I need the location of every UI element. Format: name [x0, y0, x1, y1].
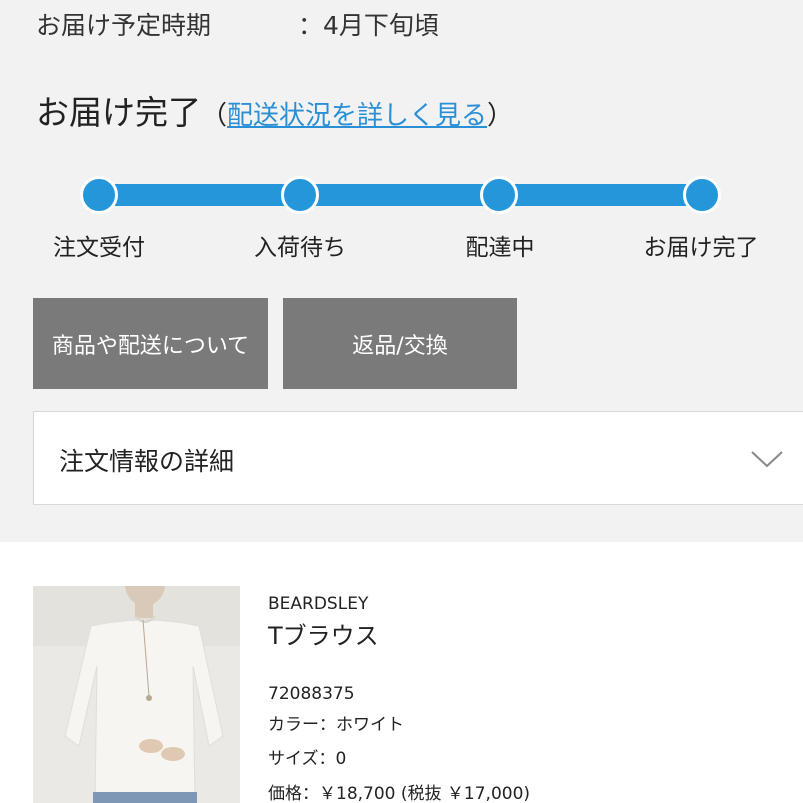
- delivery-period: お届け予定時期 ：4月下旬頃: [36, 6, 439, 42]
- progress-bar-segment: [100, 184, 300, 206]
- product-delivery-button[interactable]: 商品や配送について: [33, 298, 268, 389]
- order-details-title: 注文情報の詳細: [59, 447, 235, 476]
- delivery-period-label: お届け予定時期: [36, 11, 212, 40]
- progress-step-label: 配達中: [465, 235, 535, 261]
- delivery-progress: 注文受付 入荷待ち 配達中 お届け完了: [0, 170, 803, 270]
- order-details-accordion[interactable]: 注文情報の詳細: [33, 411, 803, 505]
- chevron-down-icon: [751, 451, 783, 468]
- product-size: サイズ：0: [268, 749, 347, 769]
- progress-dot: [281, 176, 319, 214]
- progress-step-label: 注文受付: [53, 235, 145, 261]
- product-info: BEARDSLEY Tブラウス 72088375 カラー：ホワイト サイズ：0 …: [268, 594, 530, 803]
- product-photo: [33, 586, 240, 803]
- product-panel: BEARDSLEY Tブラウス 72088375 カラー：ホワイト サイズ：0 …: [0, 542, 803, 803]
- product-price: 価格：￥18,700 (税抜 ￥17,000): [268, 784, 531, 803]
- return-exchange-button[interactable]: 返品/交換: [283, 298, 517, 389]
- status-title: お届け完了: [36, 93, 201, 132]
- product-image[interactable]: [33, 586, 240, 803]
- return-exchange-button-label: 返品/交換: [352, 333, 448, 359]
- progress-step-label: 入荷待ち: [254, 235, 346, 261]
- progress-bar-segment: [300, 184, 500, 206]
- progress-dot: [480, 176, 518, 214]
- progress-bar-segment: [500, 184, 702, 206]
- product-name[interactable]: Tブラウス: [268, 616, 379, 651]
- progress-dot: [683, 176, 721, 214]
- close-paren: ）: [487, 101, 514, 131]
- product-delivery-button-label: 商品や配送について: [51, 333, 250, 359]
- product-color: カラー：ホワイト: [268, 715, 404, 735]
- delivery-status-link[interactable]: 配送状況を詳しく見る: [227, 101, 487, 131]
- product-item-number: 72088375: [268, 684, 355, 704]
- delivery-period-value: ：4月下旬頃: [298, 11, 439, 40]
- progress-step-label: お届け完了: [643, 235, 759, 261]
- progress-dot: [80, 176, 118, 214]
- product-brand: BEARDSLEY: [268, 594, 369, 614]
- open-paren: （: [201, 101, 228, 131]
- status-heading: お届け完了（配送状況を詳しく見る）: [36, 86, 513, 134]
